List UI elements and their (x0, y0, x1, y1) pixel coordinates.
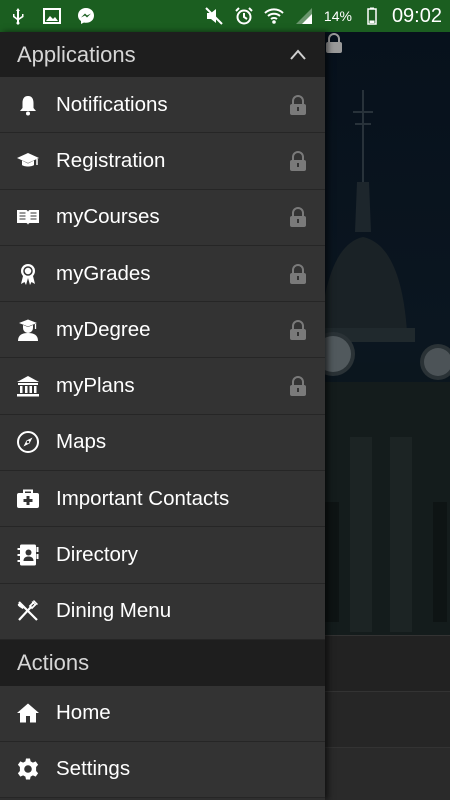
compass-icon (15, 429, 41, 455)
lock-icon (290, 376, 306, 397)
signal-icon (294, 6, 314, 26)
institution-icon (15, 373, 41, 399)
menu-item-label: Important Contacts (56, 486, 230, 510)
menu-item-important-contacts[interactable]: Important Contacts (0, 471, 325, 528)
actions-header: Actions (0, 639, 325, 686)
background-list-row (325, 635, 450, 691)
menu-item-dining-menu[interactable]: Dining Menu (0, 583, 325, 640)
lock-icon (290, 151, 306, 171)
menu-item-home[interactable]: Home (0, 685, 325, 742)
menu-item-directory[interactable]: Directory (0, 527, 325, 584)
clock: 09:02 (391, 4, 442, 27)
utensils-icon (15, 598, 41, 624)
wifi-icon (264, 6, 284, 26)
usb-icon (8, 6, 28, 26)
menu-item-mydegree[interactable]: myDegree (0, 302, 325, 359)
battery-icon (362, 6, 382, 26)
menu-item-label: myGrades (56, 261, 151, 285)
actions-header-label: Actions (17, 649, 90, 675)
menu-item-label: Home (56, 701, 111, 725)
menu-item-label: Dining Menu (56, 599, 172, 623)
background-list-row (325, 691, 450, 747)
background-list-row (325, 747, 450, 800)
menu-item-notifications[interactable]: Notifications (0, 77, 325, 134)
navigation-drawer: Applications Notifications Registration (0, 32, 325, 800)
menu-item-label: myCourses (56, 205, 160, 229)
menu-item-label: Notifications (56, 92, 168, 116)
alarm-icon (234, 6, 254, 26)
address-book-icon (15, 542, 41, 568)
messenger-icon (76, 6, 96, 26)
menu-item-registration[interactable]: Registration (0, 133, 325, 190)
menu-item-maps[interactable]: Maps (0, 414, 325, 472)
menu-item-mygrades[interactable]: myGrades (0, 245, 325, 303)
battery-percent: 14% (323, 8, 352, 24)
graduation-cap-icon (15, 148, 41, 174)
first-aid-icon (15, 486, 41, 512)
lock-icon (290, 263, 306, 284)
applications-header-label: Applications (17, 41, 136, 67)
home-icon (15, 700, 41, 726)
lock-icon (326, 33, 342, 53)
menu-item-myplans[interactable]: myPlans (0, 358, 325, 415)
menu-item-label: Directory (56, 543, 139, 567)
bell-icon (15, 92, 41, 118)
award-ribbon-icon (15, 261, 41, 287)
menu-item-label: Maps (56, 430, 107, 454)
image-icon (42, 6, 62, 26)
menu-item-label: myDegree (56, 317, 151, 341)
lock-icon (290, 207, 306, 228)
menu-item-label: Registration (56, 148, 166, 172)
menu-item-mycourses[interactable]: myCourses (0, 189, 325, 246)
graduate-icon (15, 317, 41, 343)
lock-icon (290, 319, 306, 340)
status-bar: 14% 09:02 (0, 0, 450, 32)
mute-icon (204, 6, 224, 26)
background-scene (325, 32, 450, 800)
menu-item-settings[interactable]: Settings (0, 741, 325, 798)
menu-item-label: Settings (56, 757, 131, 781)
book-icon (15, 204, 41, 230)
gear-icon (15, 756, 41, 782)
chevron-up-icon[interactable] (288, 45, 308, 65)
applications-header[interactable]: Applications (0, 32, 325, 77)
lock-icon (290, 94, 306, 115)
menu-item-label: myPlans (56, 374, 135, 398)
